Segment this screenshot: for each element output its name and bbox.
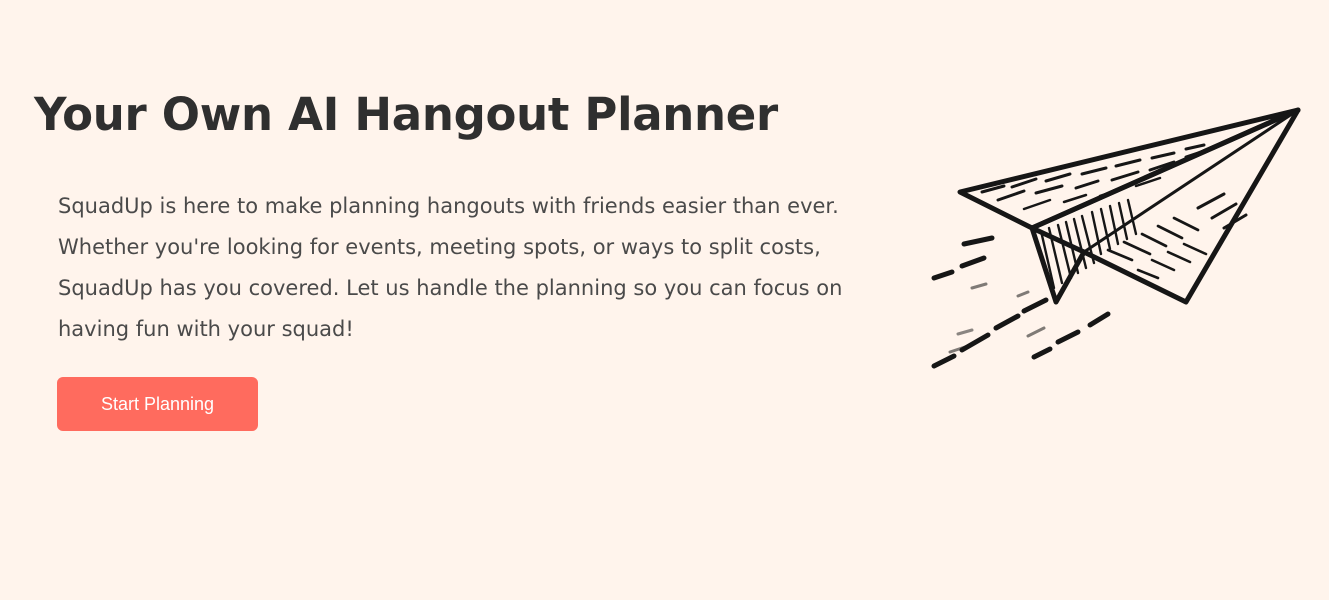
hero-description: SquadUp is here to make planning hangout… bbox=[58, 194, 843, 341]
start-planning-button[interactable]: Start Planning bbox=[57, 377, 258, 431]
paper-plane-icon bbox=[931, 107, 1301, 369]
hero-section: Your Own AI Hangout Planner SquadUp is h… bbox=[0, 0, 1329, 600]
page-title: Your Own AI Hangout Planner bbox=[34, 88, 778, 141]
